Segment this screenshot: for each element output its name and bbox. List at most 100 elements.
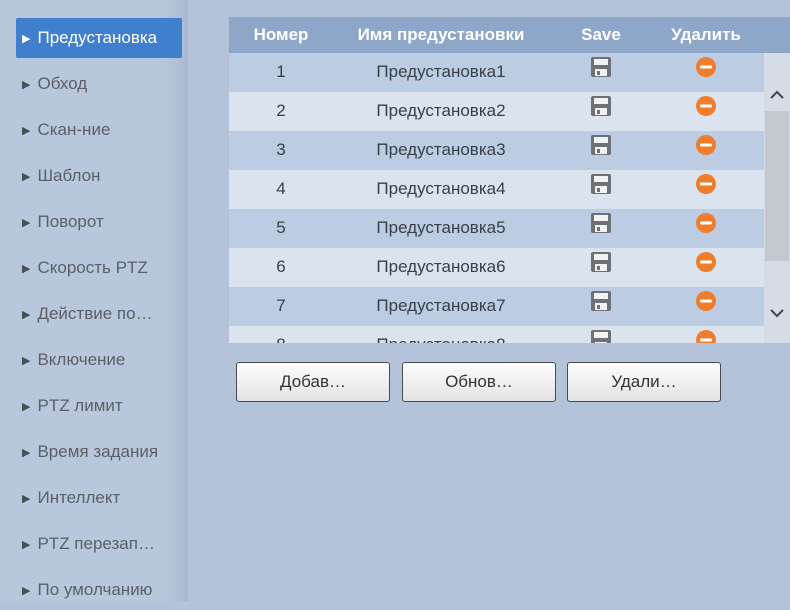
preset-name[interactable]: Предустановка1	[341, 53, 541, 92]
scrollbar-thumb[interactable]	[765, 111, 789, 261]
preset-table: Номер Имя предустановки Save Удалить 1 Пр…	[229, 17, 790, 343]
save-cell	[575, 92, 627, 131]
minus-circle-icon[interactable]	[695, 288, 717, 325]
sidebar-item-label: Скорость PTZ	[37, 258, 148, 277]
sidebar-item-scan[interactable]: ▶ Скан-ние	[16, 110, 182, 150]
sidebar-item-label: Обход	[37, 74, 88, 93]
table-row[interactable]: 5 Предустановка5	[229, 209, 764, 248]
sidebar-item-label: Интеллект	[37, 488, 121, 507]
sidebar-item-pattern[interactable]: ▶ Шаблон	[16, 156, 182, 196]
table-row[interactable]: 2 Предустановка2	[229, 92, 764, 131]
sidebar-item-idle-action[interactable]: ▶ Действие по…	[16, 294, 182, 334]
table-scrollbar[interactable]	[764, 53, 790, 343]
preset-name[interactable]: Предустановка4	[341, 170, 541, 209]
save-cell	[575, 326, 627, 343]
triangle-right-icon: ▶	[22, 32, 31, 45]
preset-number: 6	[276, 257, 286, 276]
column-header-delete: Удалить	[671, 25, 741, 44]
table-header: Номер Имя предустановки Save Удалить	[229, 17, 790, 53]
floppy-disk-icon[interactable]	[590, 93, 612, 130]
table-row[interactable]: 7 Предустановка7	[229, 287, 764, 326]
preset-number: 8	[241, 326, 321, 343]
sidebar-item-ptz-restart[interactable]: ▶ PTZ перезап…	[16, 524, 182, 564]
table-row[interactable]: 4 Предустановка4	[229, 170, 764, 209]
preset-name[interactable]: Предустановка2	[341, 92, 541, 131]
delete-cell	[666, 92, 746, 131]
sidebar-item-label: Действие по…	[37, 304, 153, 323]
column-header-save: Save	[581, 25, 621, 44]
preset-name[interactable]: Предустановка7	[341, 287, 541, 326]
delete-cell	[666, 53, 746, 92]
preset-number: 4	[276, 179, 286, 198]
save-cell	[575, 131, 627, 170]
sidebar-item-label: Предустановка	[37, 28, 158, 47]
scroll-down-icon[interactable]	[764, 299, 790, 327]
preset-number: 7	[276, 296, 286, 315]
sidebar-item-rotation[interactable]: ▶ Поворот	[16, 202, 182, 242]
minus-circle-icon[interactable]	[695, 249, 717, 286]
sidebar: ▶ Предустановка ▶ Обход ▶ Скан-ние ▶ Шаб…	[0, 0, 188, 601]
preset-number: 1	[276, 62, 286, 81]
sidebar-item-default[interactable]: ▶ По умолчанию	[16, 570, 182, 610]
triangle-right-icon: ▶	[22, 492, 31, 505]
preset-number: 5	[276, 218, 286, 237]
minus-circle-icon[interactable]	[695, 54, 717, 91]
floppy-disk-icon[interactable]	[590, 54, 612, 91]
floppy-disk-icon[interactable]	[590, 171, 612, 208]
floppy-disk-icon[interactable]	[590, 132, 612, 169]
table-row[interactable]: 6 Предустановка6	[229, 248, 764, 287]
delete-button[interactable]: Удали…	[567, 362, 721, 402]
floppy-disk-icon[interactable]	[590, 288, 612, 325]
sidebar-item-preset[interactable]: ▶ Предустановка	[16, 18, 182, 58]
delete-cell	[666, 248, 746, 287]
sidebar-item-label: Время задания	[37, 442, 159, 461]
triangle-right-icon: ▶	[22, 354, 31, 367]
triangle-right-icon: ▶	[22, 308, 31, 321]
preset-name[interactable]: Предустановка8	[341, 326, 541, 343]
save-cell	[575, 170, 627, 209]
save-cell	[575, 209, 627, 248]
scroll-up-icon[interactable]	[764, 81, 790, 109]
delete-cell	[666, 170, 746, 209]
minus-circle-icon[interactable]	[695, 93, 717, 130]
minus-circle-icon[interactable]	[695, 171, 717, 208]
triangle-right-icon: ▶	[22, 170, 31, 183]
sidebar-item-label: PTZ перезап…	[37, 534, 155, 553]
delete-cell	[666, 209, 746, 248]
sidebar-item-label: PTZ лимит	[37, 396, 123, 415]
save-cell	[575, 287, 627, 326]
refresh-button[interactable]: Обнов…	[402, 362, 556, 402]
floppy-disk-icon[interactable]	[590, 327, 612, 343]
floppy-disk-icon[interactable]	[590, 210, 612, 247]
save-cell	[575, 248, 627, 287]
sidebar-item-label: По умолчанию	[37, 580, 153, 599]
table-row[interactable]: 1 Предустановка1	[229, 53, 764, 92]
sidebar-item-label: Включение	[37, 350, 126, 369]
minus-circle-icon[interactable]	[695, 210, 717, 247]
sidebar-item-tour[interactable]: ▶ Обход	[16, 64, 182, 104]
triangle-right-icon: ▶	[22, 400, 31, 413]
triangle-right-icon: ▶	[22, 538, 31, 551]
sidebar-item-label: Скан-ние	[37, 120, 111, 139]
sidebar-item-power-up[interactable]: ▶ Включение	[16, 340, 182, 380]
sidebar-item-label: Поворот	[37, 212, 104, 231]
sidebar-item-time-task[interactable]: ▶ Время задания	[16, 432, 182, 472]
floppy-disk-icon[interactable]	[590, 249, 612, 286]
preset-name[interactable]: Предустановка6	[341, 248, 541, 287]
table-row[interactable]: 3 Предустановка3	[229, 131, 764, 170]
preset-name[interactable]: Предустановка3	[341, 131, 541, 170]
sidebar-item-label: Шаблон	[37, 166, 101, 185]
preset-number: 3	[276, 140, 286, 159]
minus-circle-icon[interactable]	[695, 132, 717, 169]
sidebar-item-ptz-speed[interactable]: ▶ Скорость PTZ	[16, 248, 182, 288]
sidebar-item-ptz-limit[interactable]: ▶ PTZ лимит	[16, 386, 182, 426]
add-button[interactable]: Добав…	[236, 362, 390, 402]
triangle-right-icon: ▶	[22, 262, 31, 275]
table-row[interactable]: 8 Предустановка8	[229, 326, 764, 343]
triangle-right-icon: ▶	[22, 446, 31, 459]
delete-cell	[666, 287, 746, 326]
preset-name[interactable]: Предустановка5	[341, 209, 541, 248]
sidebar-item-intelligence[interactable]: ▶ Интеллект	[16, 478, 182, 518]
column-header-name: Имя предустановки	[357, 25, 525, 44]
minus-circle-icon[interactable]	[695, 327, 717, 343]
